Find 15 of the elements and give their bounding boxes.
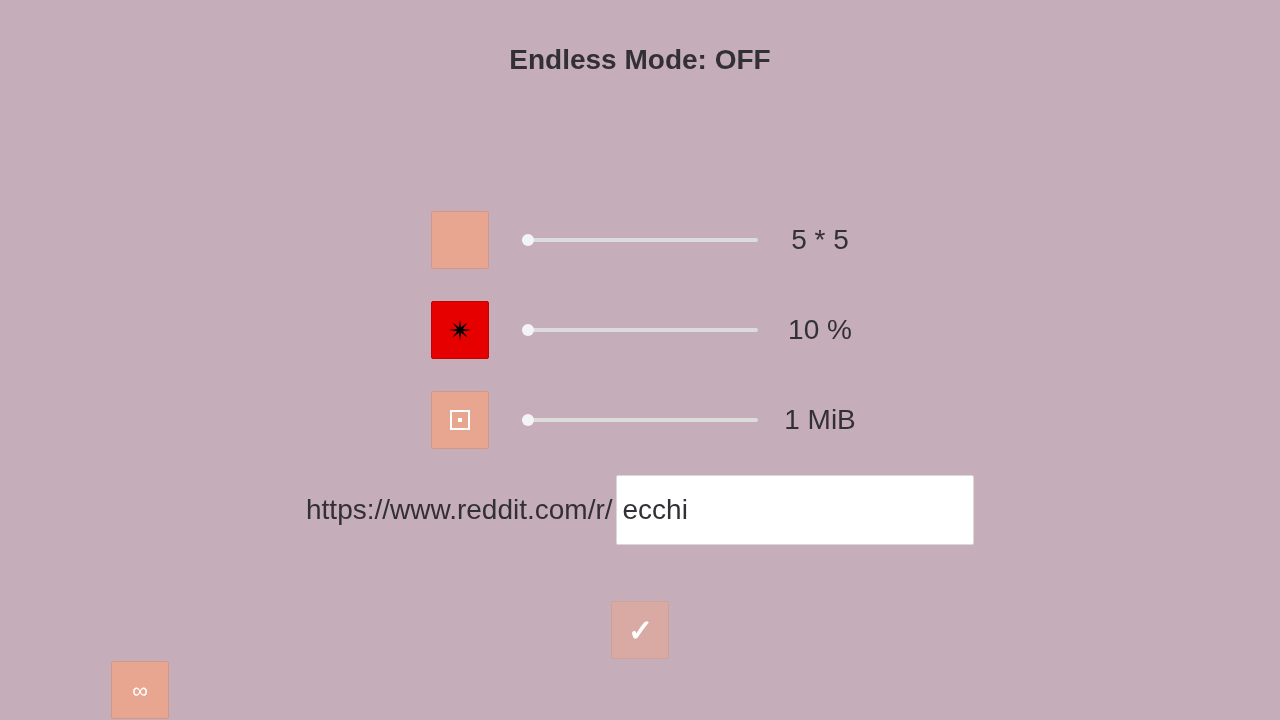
endless-toggle[interactable]: ∞ xyxy=(111,661,169,719)
option-toggle[interactable] xyxy=(431,391,489,449)
option-toggle[interactable] xyxy=(431,211,489,269)
slider-thumb[interactable] xyxy=(522,324,534,336)
setting-value: 1 MiB xyxy=(783,404,857,436)
mode-title: Endless Mode: OFF xyxy=(509,44,771,76)
setting-value: 10 % xyxy=(787,314,853,346)
star-burst-icon xyxy=(449,319,471,341)
setting-value: 5 * 5 xyxy=(790,224,850,256)
subreddit-input[interactable]: ecchi xyxy=(615,475,974,545)
url-prefix: https://www.reddit.com/r/ xyxy=(306,494,613,526)
option-toggle[interactable] xyxy=(431,301,489,359)
slider-thumb[interactable] xyxy=(522,234,534,246)
slider-thumb[interactable] xyxy=(522,414,534,426)
dot-in-square-icon xyxy=(450,410,470,430)
